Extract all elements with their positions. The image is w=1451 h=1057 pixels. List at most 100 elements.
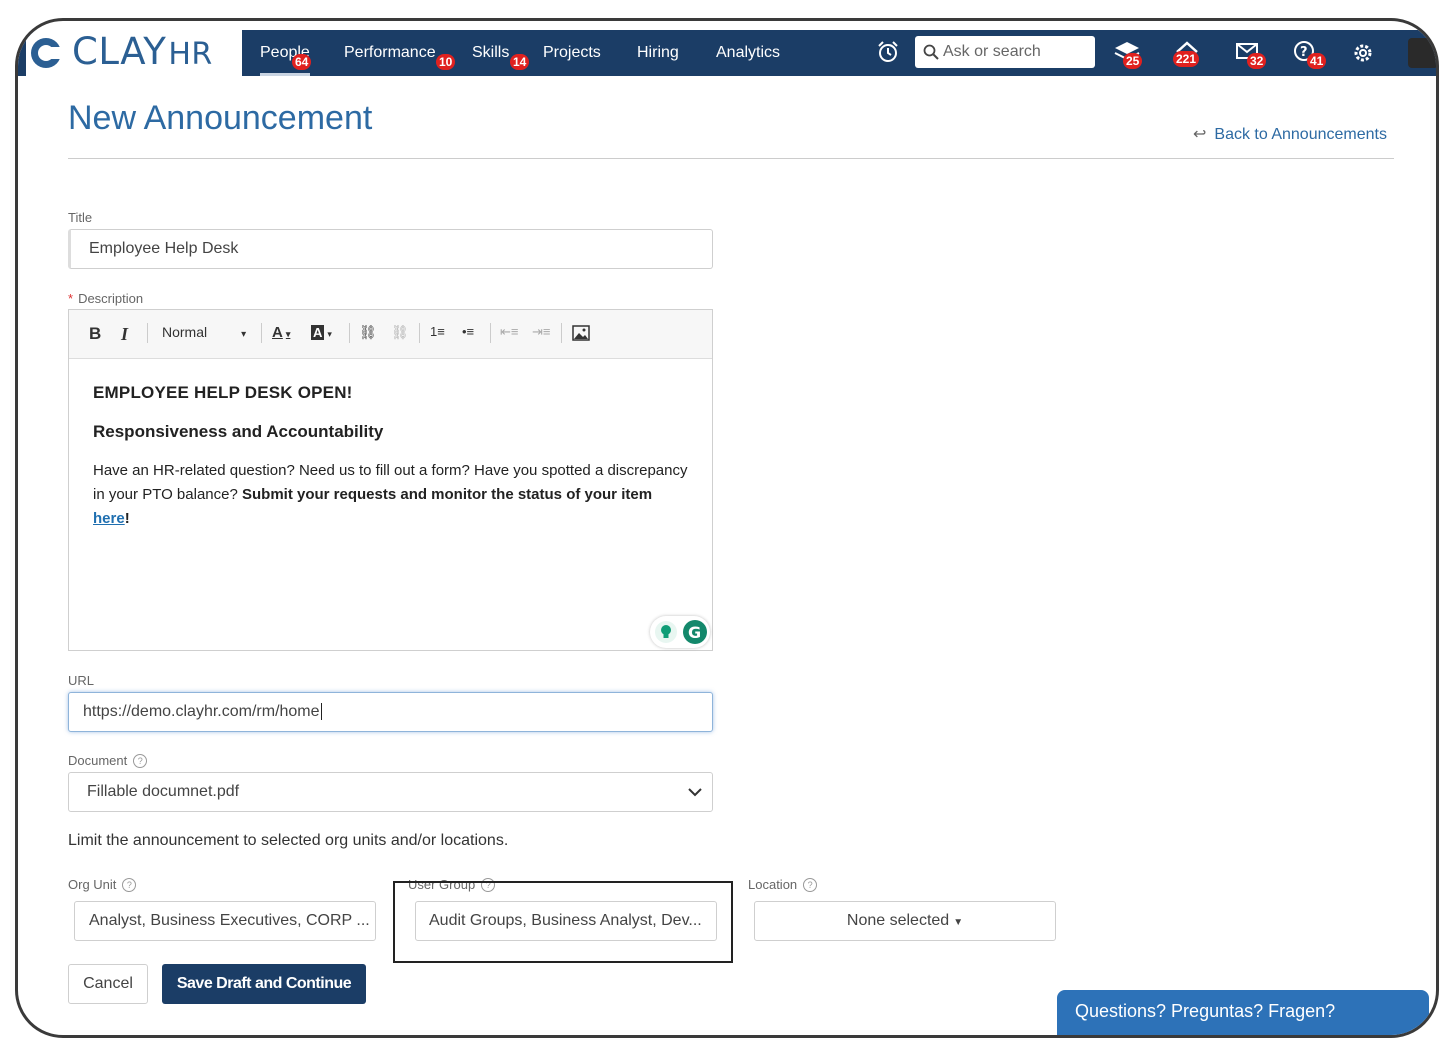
learning-badge: 25 (1123, 53, 1143, 69)
page-title: New Announcement (68, 99, 373, 137)
document-select[interactable]: Fillable documnet.pdf (68, 772, 713, 812)
org-unit-label: Org Unit? (68, 877, 137, 892)
people-badge: 64 (292, 54, 312, 70)
nav-skills-label: Skills (472, 44, 510, 61)
background-color-icon[interactable]: A ▾ (311, 324, 332, 341)
format-select-value: Normal (162, 324, 208, 340)
unlink-icon[interactable]: ⛓ (391, 324, 409, 341)
gear-icon[interactable] (1350, 40, 1376, 66)
save-draft-button[interactable]: Save Draft and Continue (162, 964, 366, 1004)
logo-mark-icon (31, 38, 66, 68)
app-window: CLAYHR People 64 Performance 10 Skills 1… (15, 18, 1439, 1038)
document-label-text: Document (68, 753, 128, 768)
cancel-button[interactable]: Cancel (68, 964, 148, 1004)
editor-toolbar: B I Normal ▾ A ▾ A ▾ ⛓ ⛓ 1≡ •≡ ⇤≡ ⇥≡ (69, 310, 712, 359)
editor-paragraph: Have an HR-related question? Need us to … (93, 459, 688, 531)
editor-content[interactable]: EMPLOYEE HELP DESK OPEN! Responsiveness … (69, 359, 712, 531)
help-button[interactable]: ? 41 (1293, 40, 1327, 69)
grammarly-widget[interactable]: G (650, 616, 710, 648)
toolbar-separator (261, 323, 262, 343)
user-group-highlight (393, 881, 733, 963)
document-select-value: Fillable documnet.pdf (87, 783, 240, 800)
editor-heading-1: EMPLOYEE HELP DESK OPEN! (93, 383, 353, 402)
title-input[interactable]: Employee Help Desk (68, 229, 713, 269)
editor-here-link[interactable]: here (93, 510, 125, 527)
nav-skills[interactable]: Skills 14 (472, 30, 530, 76)
help-badge: 41 (1307, 53, 1327, 69)
outdent-icon[interactable]: ⇤≡ (500, 324, 518, 340)
toolbar-separator (561, 323, 562, 343)
editor-paragraph-bold: Submit your requests and monitor the sta… (241, 486, 653, 503)
grammarly-icon: G (683, 620, 707, 644)
title-label: Title (68, 210, 93, 225)
nav-people[interactable]: People 64 (260, 30, 312, 76)
back-arrow-icon: ↩ (1193, 126, 1207, 143)
location-label-text: Location (748, 877, 798, 892)
url-input[interactable]: https://demo.clayhr.com/rm/home (68, 692, 713, 732)
header-divider (68, 158, 1394, 159)
url-input-value: https://demo.clayhr.com/rm/home (83, 703, 320, 720)
text-color-icon[interactable]: A ▾ (272, 324, 290, 341)
messages-badge: 32 (1247, 53, 1267, 69)
help-circle-icon[interactable]: ? (133, 754, 148, 768)
questions-chat-widget[interactable]: Questions? Preguntas? Fragen? (1057, 990, 1429, 1035)
nav-performance[interactable]: Performance 10 (344, 30, 456, 76)
org-unit-label-text: Org Unit (68, 877, 117, 892)
format-select[interactable]: Normal ▾ (162, 324, 246, 340)
search-icon (923, 44, 939, 60)
skills-badge: 14 (510, 54, 530, 70)
indent-icon[interactable]: ⇥≡ (532, 324, 550, 340)
logo-text: CLAYHR (72, 29, 213, 73)
caret-down-icon: ▼ (953, 917, 964, 928)
svg-text:G: G (688, 623, 701, 642)
chevron-down-icon (688, 788, 702, 797)
toolbar-separator (419, 323, 420, 343)
required-asterisk: * (68, 291, 74, 306)
italic-button[interactable]: I (121, 324, 128, 345)
alarm-clock-icon[interactable] (875, 39, 901, 65)
top-navigation-bar: CLAYHR People 64 Performance 10 Skills 1… (18, 30, 1436, 76)
learning-button[interactable]: 25 (1113, 40, 1143, 69)
toolbar-separator (349, 323, 350, 343)
nav-hiring-label: Hiring (637, 44, 679, 61)
location-label: Location? (748, 877, 818, 892)
ordered-list-icon[interactable]: 1≡ (430, 324, 445, 339)
bullet-list-icon[interactable]: •≡ (462, 324, 474, 339)
back-link-label: Back to Announcements (1214, 126, 1387, 143)
messages-button[interactable]: 32 (1235, 40, 1267, 69)
location-select[interactable]: None selected ▼ (754, 901, 1056, 941)
help-circle-icon[interactable]: ? (803, 878, 818, 892)
bold-button[interactable]: B (89, 324, 101, 344)
nav-analytics[interactable]: Analytics (716, 30, 780, 76)
toolbar-separator (147, 323, 148, 343)
search-placeholder: Ask or search (943, 43, 1041, 60)
caret-down-icon: ▾ (241, 329, 247, 340)
nav-projects[interactable]: Projects (543, 30, 601, 76)
document-label: Document? (68, 753, 148, 768)
nav-hiring[interactable]: Hiring (637, 30, 679, 76)
performance-badge: 10 (436, 54, 456, 70)
search-box[interactable]: Ask or search (915, 36, 1095, 68)
link-icon[interactable]: ⛓ (359, 324, 377, 341)
description-label-text: Description (78, 291, 144, 306)
image-icon[interactable] (572, 325, 590, 341)
nav-performance-label: Performance (344, 44, 436, 61)
inbox-button[interactable]: 221 (1173, 40, 1203, 68)
location-select-value: None selected (846, 912, 950, 929)
inbox-badge: 221 (1173, 51, 1200, 67)
description-label: * Description (68, 291, 143, 306)
lightbulb-icon (655, 621, 677, 643)
clayhr-logo[interactable]: CLAYHR (26, 30, 242, 76)
url-label: URL (68, 673, 95, 688)
user-avatar[interactable] (1408, 38, 1436, 68)
help-circle-icon[interactable]: ? (122, 878, 137, 892)
org-unit-select[interactable]: Analyst, Business Executives, CORP ... (74, 901, 376, 941)
text-cursor (320, 703, 322, 720)
nav-analytics-label: Analytics (716, 44, 781, 61)
toolbar-separator (490, 323, 491, 343)
editor-heading-2: Responsiveness and Accountability (93, 422, 384, 441)
editor-paragraph-end: ! (124, 510, 130, 527)
description-editor[interactable]: B I Normal ▾ A ▾ A ▾ ⛓ ⛓ 1≡ •≡ ⇤≡ ⇥≡ EMPLOY… (68, 309, 713, 651)
back-to-announcements-link[interactable]: ↩ Back to Announcements (1193, 124, 1387, 144)
nav-projects-label: Projects (543, 44, 601, 61)
